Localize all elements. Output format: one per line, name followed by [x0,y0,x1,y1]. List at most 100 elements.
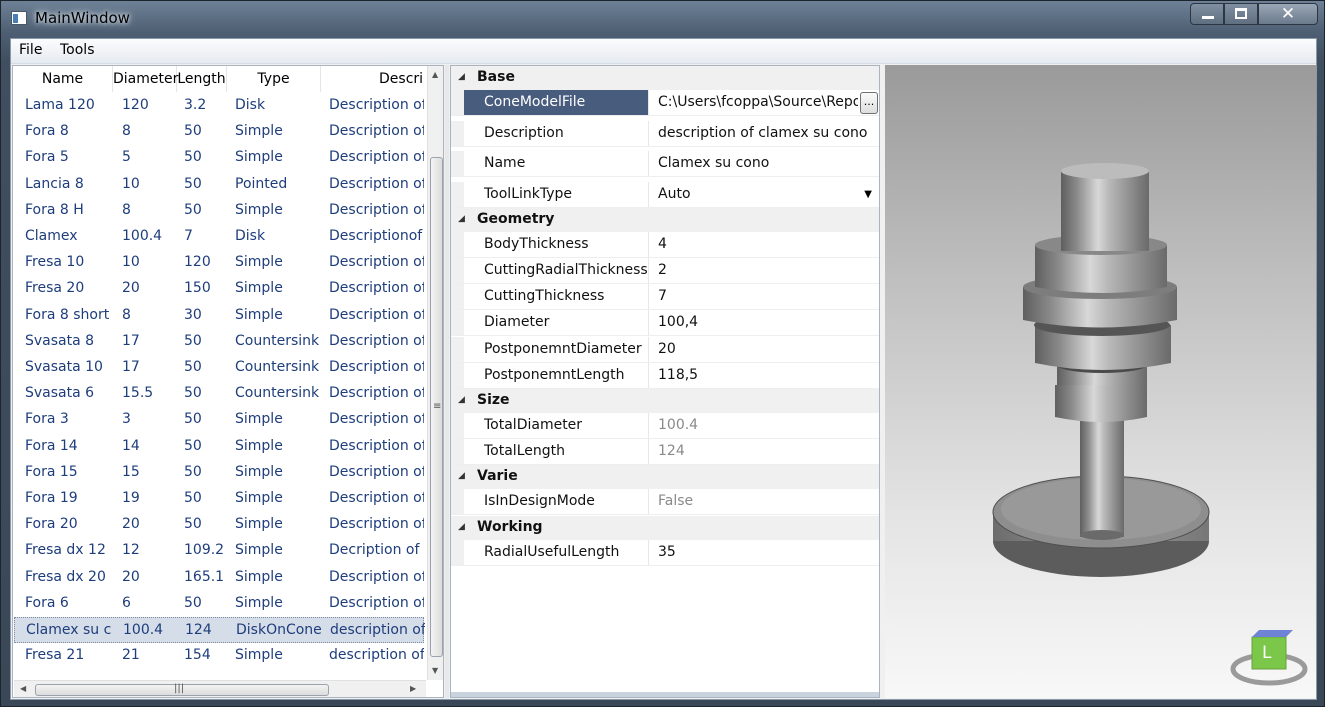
window-title: MainWindow [35,9,130,27]
table-row[interactable]: Lancia 8 10 50 Pointed Description of [14,172,424,198]
property-row[interactable]: CuttingThickness 7 [451,284,879,311]
category-working[interactable]: ◢ Working [451,515,879,540]
close-button[interactable]: ✕ [1258,3,1318,25]
collapse-triangle-icon[interactable]: ◢ [458,522,465,532]
property-gutter [451,284,464,310]
property-value[interactable]: 35 [650,540,879,565]
table-row[interactable]: Fresa 20 20 150 Simple Description of [14,276,424,302]
table-row[interactable]: Fresa 10 10 120 Simple Description of [14,250,424,276]
collapse-triangle-icon[interactable]: ◢ [458,214,465,224]
splitter[interactable] [445,65,449,698]
property-value[interactable]: 2 [650,258,879,283]
horizontal-scroll-thumb[interactable]: ||| [35,683,329,696]
browse-button[interactable]: ... [860,92,878,114]
column-header-description[interactable]: Descri [321,66,427,92]
table-row[interactable]: Fora 6 6 50 Simple Description of [14,591,424,617]
cell-type: Simple [235,647,283,664]
table-row[interactable]: Svasata 6 15.5 50 Countersink Description of [14,381,424,407]
property-row[interactable]: IsInDesignMode False [451,489,879,516]
vertical-scroll-thumb[interactable]: ≡ [430,157,443,657]
menu-tools[interactable]: Tools [60,42,95,58]
horizontal-scrollbar[interactable]: ◀ ||| ▶ [14,680,426,697]
table-row[interactable]: Fora 8 short 8 30 Simple Description of [14,303,424,329]
dropdown-arrow-icon[interactable]: ▼ [864,182,872,207]
maximize-button[interactable] [1224,3,1258,25]
property-value[interactable]: C:\Users\fcoppa\Source\Repos... [650,90,879,115]
property-name: RadialUsefulLength [464,539,649,565]
table-row[interactable]: Fresa dx 12 12 109.2 Simple Decription of t [14,538,424,564]
property-row[interactable]: Description description of clamex su cono [451,120,879,147]
collapse-triangle-icon[interactable]: ◢ [458,395,465,405]
cell-length: 50 [184,332,202,349]
list-rows: Lama 120 120 3.2 Disk Description of Fora 8 8 5… [13,93,427,697]
column-header-diameter[interactable]: Diameter [113,66,178,92]
table-row[interactable]: Clamex su c 100.4 124 DiskOnCone description… [14,617,425,643]
property-row[interactable]: ToolLinkType Auto ▼ [451,181,879,208]
property-name: ToolLinkType [464,181,649,207]
cell-description: description of [330,622,425,638]
table-row[interactable]: Fora 14 14 50 Simple Description of [14,434,424,460]
property-value[interactable]: 7 [650,284,879,309]
collapse-triangle-icon[interactable]: ◢ [458,72,465,82]
property-row[interactable]: PostponemntLength 118,5 [451,362,879,389]
column-header-name[interactable]: Name [13,66,113,92]
category-size[interactable]: ◢ Size [451,388,879,413]
property-gutter [451,257,464,283]
3d-viewport[interactable]: L [885,65,1316,698]
scroll-left-icon[interactable]: ◀ [20,684,26,693]
column-header-type[interactable]: Type [227,66,321,92]
vertical-scrollbar[interactable]: ▲ ≡ ▼ [427,66,443,680]
property-gutter [451,181,464,207]
table-row[interactable]: Clamex 100.4 7 Disk Descriptionof [14,224,424,250]
table-row[interactable]: Fresa dx 20 20 165.1 Simple Description of [14,565,424,591]
table-row[interactable]: Lama 120 120 3.2 Disk Description of [14,93,424,119]
view-cube[interactable]: L [1229,629,1309,689]
close-icon: ✕ [1280,4,1296,24]
table-row[interactable]: Fora 8 H 8 50 Simple Description of [14,198,424,224]
property-value[interactable]: Clamex su cono [650,151,879,176]
table-row[interactable]: Fora 8 8 50 Simple Description of [14,119,424,145]
property-row[interactable]: CuttingRadialThickness 2 [451,257,879,284]
property-value[interactable]: 100,4 [650,310,879,335]
property-value[interactable]: 4 [650,232,879,257]
column-header-length[interactable]: Length [177,66,227,92]
property-dropdown[interactable]: Auto ▼ [650,182,879,207]
collapse-triangle-icon[interactable]: ◢ [458,471,465,481]
scroll-right-icon[interactable]: ▶ [410,684,416,693]
property-row[interactable]: BodyThickness 4 [451,231,879,258]
scroll-down-icon[interactable]: ▼ [432,666,438,675]
table-row[interactable]: Fora 3 3 50 Simple Description of [14,407,424,433]
category-varie[interactable]: ◢ Varie [451,465,879,490]
category-base[interactable]: ◢ Base [451,66,879,90]
cell-diameter: 100.4 [122,228,163,244]
property-row[interactable]: ConeModelFile C:\Users\fcoppa\Source\Repo… [451,90,879,116]
table-row[interactable]: Fora 19 19 50 Simple Description of [14,486,424,512]
property-row[interactable]: Diameter 100,4 [451,310,879,337]
scroll-up-icon[interactable]: ▲ [432,70,438,79]
cell-type: Countersink [235,385,320,402]
cell-length: 50 [184,516,202,533]
property-row[interactable]: TotalDiameter 100.4 [451,412,879,439]
cell-description: Description of [329,463,424,480]
title-bar[interactable]: MainWindow ✕ [1,1,1324,37]
menu-file[interactable]: File [19,42,42,58]
table-row[interactable]: Svasata 8 17 50 Countersink Description of [14,329,424,355]
table-row[interactable]: Fresa 21 21 154 Simple description of [14,643,424,669]
property-value[interactable]: 118,5 [650,363,879,388]
property-row[interactable]: TotalLength 124 [451,439,879,466]
table-row[interactable]: Fora 20 20 50 Simple Description of [14,512,424,538]
table-row[interactable]: Svasata 10 17 50 Countersink Description of [14,355,424,381]
table-row[interactable]: Fora 5 5 50 Simple Description of [14,145,424,171]
category-label: Working [477,518,543,535]
property-row[interactable]: RadialUsefulLength 35 [451,539,879,566]
table-row[interactable]: Fora 15 15 50 Simple Description of [14,460,424,486]
cell-length: 50 [184,411,202,428]
property-row[interactable]: PostponemntDiameter 20 [451,336,879,363]
cell-type: Simple [235,490,283,506]
property-value[interactable]: 20 [650,337,879,362]
minimize-button[interactable] [1190,3,1224,25]
property-row[interactable]: Name Clamex su cono [451,151,879,177]
cell-name: Clamex [25,228,78,244]
category-geometry[interactable]: ◢ Geometry [451,207,879,232]
property-value[interactable]: description of clamex su cono [650,121,879,146]
